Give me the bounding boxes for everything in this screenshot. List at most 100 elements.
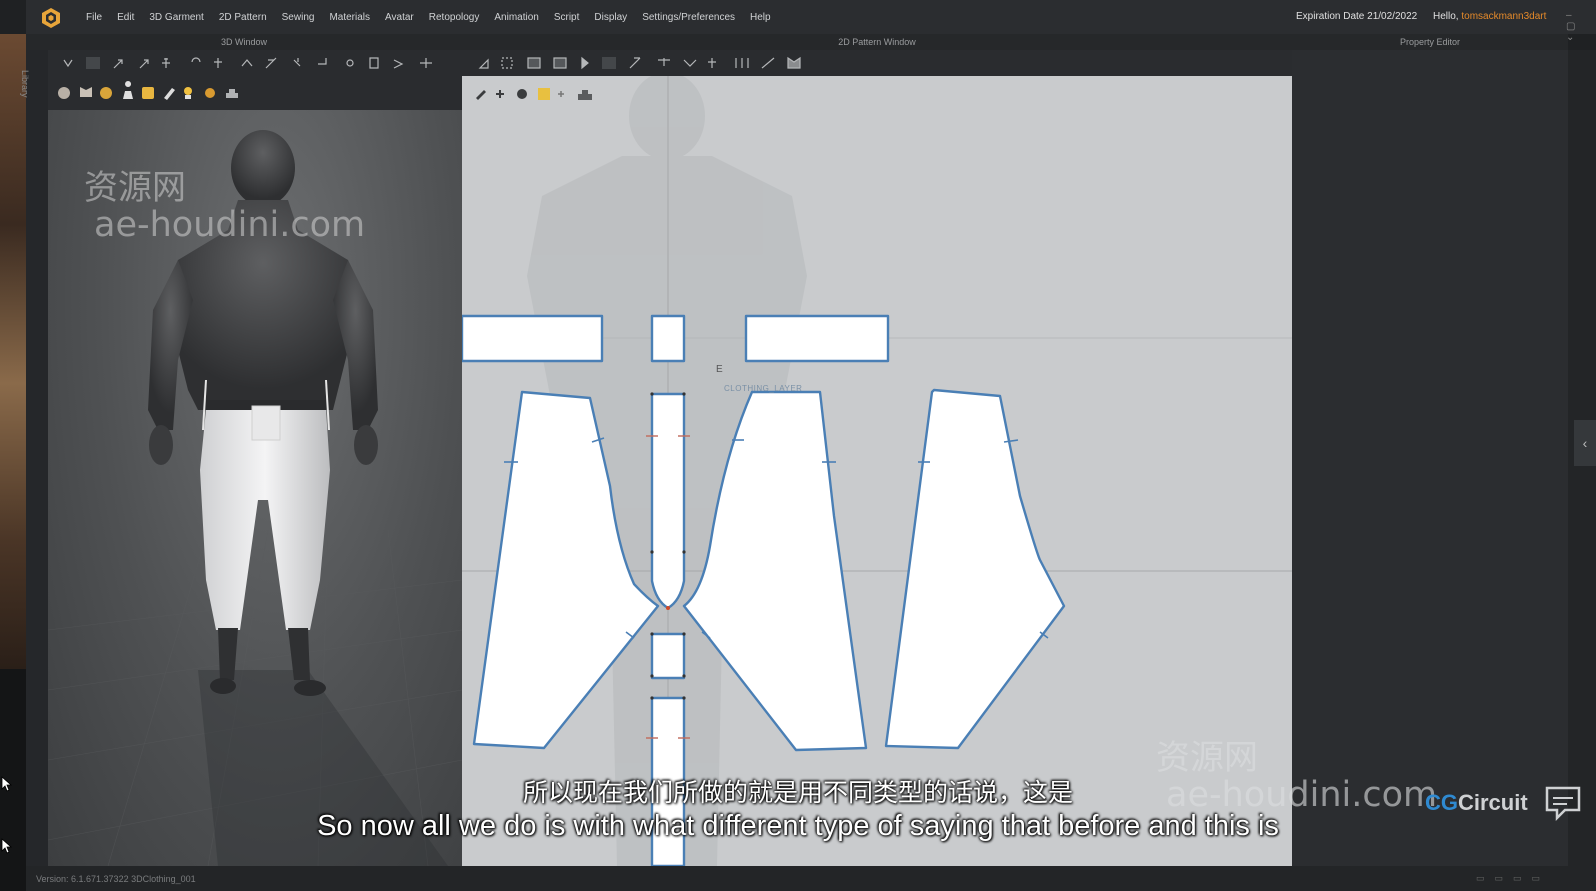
toolbar-2d-icons[interactable] [462,50,1292,76]
topstitch-icon [761,57,775,69]
menu-item-help[interactable]: Help [750,12,771,23]
pattern-view-toolbar [472,84,602,104]
tool-icon-15 [420,58,432,68]
free-sewing-icon [658,58,670,66]
menu-bar: File Edit 3D Garment 2D Pattern Sewing Materi… [26,0,1596,43]
edit-pattern-icon [478,58,489,69]
tool-icon-13 [369,57,379,69]
rectangle-icon [553,57,567,69]
fold-icon [735,58,749,68]
pin-icon [708,58,716,68]
tool-icon-9 [265,57,277,69]
avatar-display-icon [80,87,92,97]
watermark-cn: 资源网 [84,168,186,208]
tool-icon-12 [346,59,354,67]
pattern-plus-icon [558,91,564,97]
segment-sewing-icon [629,57,641,69]
pattern-piece-waistband-left[interactable] [462,314,604,363]
pattern-piece-lower-gusset[interactable] [650,632,686,680]
move-icon [86,57,100,69]
user-greeting[interactable]: Hello, tomsackmann3dart [1433,11,1546,22]
brush-icon [164,88,175,100]
app-logo-icon[interactable] [40,7,62,29]
greeting-label: Hello, [1433,11,1459,22]
menu-item-script[interactable]: Script [554,12,580,23]
toolbar-3d-display [48,76,462,110]
shaded-display-icon [142,87,154,99]
status-text: Version: 6.1.671.37322 3DClothing_001 [36,874,196,884]
menu-item-edit[interactable]: Edit [117,12,134,23]
pattern-piece-crotch-gusset[interactable] [650,392,686,610]
select-icon [63,59,73,68]
pattern-add-icon [496,90,504,98]
subtitle-chinese: 所以现在我们所做的就是用不同类型的话说，这是 [522,778,1073,807]
pattern-view-icons[interactable] [472,84,602,104]
panel-title-property: Property Editor [1399,37,1461,47]
tool-icon-5 [162,58,170,68]
internal-shape-icon [581,56,589,70]
avatar-icon [123,81,133,99]
menu-items: File Edit 3D Garment 2D Pattern Sewing Materi… [86,0,786,34]
menu-item-display[interactable]: Display [594,12,627,23]
watermark-top-left: 资源网 ae-houdini.com [84,160,365,245]
panel-header-2d-pattern-window[interactable]: 2D Pattern Window [462,34,1292,50]
texture-display-icon [100,87,112,99]
pattern-select-icon [476,90,486,100]
username-link[interactable]: tomsackmann3dart [1461,11,1546,22]
pattern-piece-right-leg[interactable] [884,388,1066,750]
cursor-icon-secondary [1,838,13,854]
menu-item-2d-pattern[interactable]: 2D Pattern [219,12,267,23]
cursor-sublabel: CLOTHING_LAYER [724,384,803,393]
expiration-date: Expiration Date 21/02/2022 [1296,11,1418,22]
toolbar-3d-display-icons[interactable] [48,76,462,110]
library-strip[interactable] [26,50,48,866]
tool-icon-6 [191,57,201,63]
tool-icon-10 [293,58,301,67]
pattern-export-icon [578,90,592,100]
panel-title-3d: 3D Window [220,37,267,47]
toolbar-3d-icons[interactable] [48,50,462,76]
status-bar-icons[interactable]: ▭▭▭▭ [1476,873,1550,884]
window-controls[interactable]: – ▢ ⌄ [1566,10,1596,43]
tool-icon-14 [393,59,404,69]
panel-header-property-editor[interactable]: Property Editor [1292,34,1568,50]
cursor-icon [1,776,13,792]
tool-icon-4 [139,59,149,69]
library-tab-label[interactable]: Library [20,70,30,98]
status-bar: Version: 6.1.671.37322 3DClothing_001 ▭▭… [26,866,1596,891]
chevron-left-icon[interactable]: ‹ [1574,420,1596,466]
tack-icon [683,59,697,67]
background-window-strip [0,34,26,669]
export-display-icon [226,89,238,98]
pattern-zoom-icon [517,89,527,99]
tool-icon-11 [318,58,327,65]
cursor-label: E [716,364,723,375]
dart-icon [602,57,616,69]
tool-icon-3 [113,59,123,69]
pattern-piece-waistband-right[interactable] [744,314,890,363]
toolbar-2d-tools [462,50,1292,76]
panel-header-3d-window[interactable]: 3D Window [26,34,462,50]
watermark-cn-bottom: 资源网 [1156,738,1258,778]
sun-display-icon [205,88,215,98]
panel-title-2d: 2D Pattern Window [838,37,916,47]
watermark-url: ae-houdini.com [94,205,366,245]
light-display-base-icon [185,95,191,99]
subtitle-english: So now all we do is with what different … [317,810,1279,842]
polygon-icon [527,57,541,69]
menu-item-sewing[interactable]: Sewing [282,12,315,23]
garment-display-icon [58,87,70,99]
transform-pattern-icon [501,57,513,69]
menu-item-materials[interactable]: Materials [329,12,370,23]
menu-item-file[interactable]: File [86,12,102,23]
light-display-icon [184,87,192,95]
video-subtitles: 所以现在我们所做的就是用不同类型的话说，这是 So now all we do … [0,778,1596,844]
pattern-piece-waistband-center[interactable] [650,314,686,363]
button-icon [787,56,801,69]
menu-item-settings-preferences[interactable]: Settings/Preferences [642,12,735,23]
menu-item-3d-garment[interactable]: 3D Garment [149,12,203,23]
menu-item-retopology[interactable]: Retopology [429,12,480,23]
menu-item-animation[interactable]: Animation [494,12,538,23]
tool-icon-7 [214,58,222,68]
menu-item-avatar[interactable]: Avatar [385,12,414,23]
